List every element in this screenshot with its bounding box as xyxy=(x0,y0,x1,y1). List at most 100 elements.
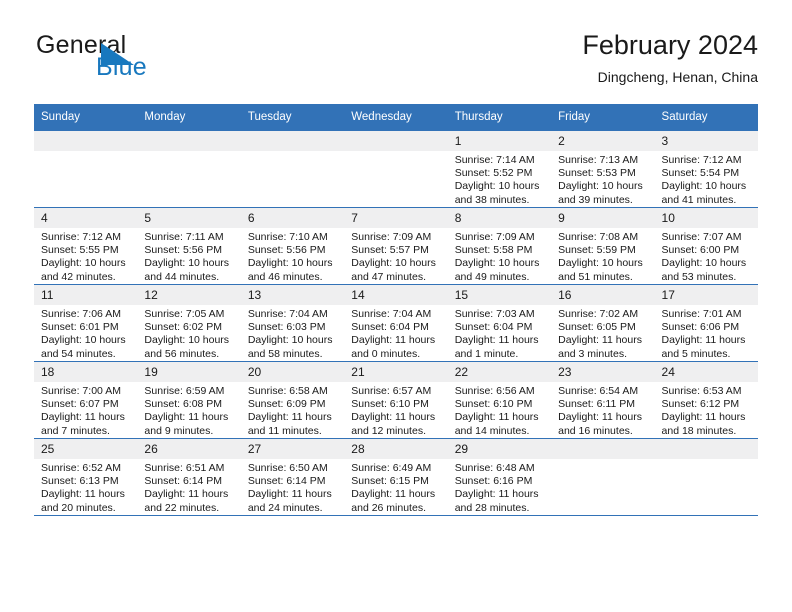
day-details: Sunrise: 6:51 AM Sunset: 6:14 PM Daylight:… xyxy=(137,459,240,515)
day-details: Sunrise: 7:11 AM Sunset: 5:56 PM Daylight:… xyxy=(137,228,240,284)
calendar-body: 1 Sunrise: 7:14 AM Sunset: 5:52 PM Daylight… xyxy=(34,130,758,516)
daylight-duration-line1: Daylight: 10 hours xyxy=(454,180,540,193)
calendar-week-row: 18 Sunrise: 7:00 AM Sunset: 6:07 PM Dayligh… xyxy=(34,361,758,439)
sunrise-time: Sunrise: 6:48 AM xyxy=(454,462,535,474)
daylight-duration-line2: and 46 minutes. xyxy=(247,270,323,283)
calendar-week-row: 11 Sunrise: 7:06 AM Sunset: 6:01 PM Dayligh… xyxy=(34,284,758,362)
day-number: 12 xyxy=(137,285,241,305)
calendar-day-cell[interactable]: 23 Sunrise: 6:54 AM Sunset: 6:11 PM Dayligh… xyxy=(551,361,655,439)
daylight-duration-line1: Daylight: 10 hours xyxy=(351,257,436,270)
daylight-duration-line1: Daylight: 11 hours xyxy=(247,488,332,501)
calendar-day-cell[interactable]: 3 Sunrise: 7:12 AM Sunset: 5:54 PM Daylight… xyxy=(654,130,758,208)
day-number: 25 xyxy=(34,439,138,459)
page-header: General Blue February 2024 Dingcheng, He… xyxy=(34,30,758,100)
calendar-day-cell[interactable]: 15 Sunrise: 7:03 AM Sunset: 6:04 PM Dayligh… xyxy=(447,284,552,362)
sunset-time: Sunset: 6:15 PM xyxy=(351,475,429,488)
calendar-day-cell[interactable]: 9 Sunrise: 7:08 AM Sunset: 5:59 PM Daylight… xyxy=(551,207,655,285)
calendar-day-cell[interactable]: 24 Sunrise: 6:53 AM Sunset: 6:12 PM Dayligh… xyxy=(654,361,758,439)
calendar-day-cell[interactable]: 13 Sunrise: 7:04 AM Sunset: 6:03 PM Dayligh… xyxy=(240,284,345,362)
calendar-day-cell[interactable]: 7 Sunrise: 7:09 AM Sunset: 5:57 PM Daylight… xyxy=(344,207,448,285)
calendar-day-cell[interactable]: 21 Sunrise: 6:57 AM Sunset: 6:10 PM Dayligh… xyxy=(344,361,448,439)
calendar-day-cell[interactable]: 18 Sunrise: 7:00 AM Sunset: 6:07 PM Dayligh… xyxy=(34,361,138,439)
daylight-duration-line2: and 7 minutes. xyxy=(41,424,110,437)
sunset-time: Sunset: 5:54 PM xyxy=(661,167,740,180)
sunrise-time: Sunrise: 6:57 AM xyxy=(351,385,432,397)
day-number: 16 xyxy=(551,285,655,305)
day-number xyxy=(654,439,758,459)
sunset-time: Sunset: 5:58 PM xyxy=(454,244,533,257)
calendar-day-cell[interactable]: 12 Sunrise: 7:05 AM Sunset: 6:02 PM Dayligh… xyxy=(137,284,241,362)
calendar-day-cell[interactable]: 16 Sunrise: 7:02 AM Sunset: 6:05 PM Dayligh… xyxy=(551,284,655,362)
calendar-table: Sunday Monday Tuesday Wednesday Thursday… xyxy=(34,104,758,516)
calendar-day-cell[interactable]: 26 Sunrise: 6:51 AM Sunset: 6:14 PM Dayligh… xyxy=(137,438,241,516)
weekday-header-friday: Friday xyxy=(551,104,655,131)
day-number: 17 xyxy=(654,285,758,305)
calendar-week-row: 1 Sunrise: 7:14 AM Sunset: 5:52 PM Daylight… xyxy=(34,130,758,208)
sunset-time: Sunset: 6:06 PM xyxy=(661,321,740,334)
calendar-day-cell[interactable]: 25 Sunrise: 6:52 AM Sunset: 6:13 PM Dayligh… xyxy=(34,438,138,516)
day-number: 1 xyxy=(447,131,552,151)
calendar-day-cell-empty xyxy=(240,130,345,208)
calendar-day-cell[interactable]: 19 Sunrise: 6:59 AM Sunset: 6:08 PM Dayligh… xyxy=(137,361,241,439)
daylight-duration-line1: Daylight: 11 hours xyxy=(661,334,746,347)
calendar-day-cell[interactable]: 6 Sunrise: 7:10 AM Sunset: 5:56 PM Daylight… xyxy=(240,207,345,285)
day-number: 18 xyxy=(34,362,138,382)
day-details: Sunrise: 7:04 AM Sunset: 6:03 PM Daylight:… xyxy=(241,305,344,361)
daylight-duration-line2: and 44 minutes. xyxy=(144,270,220,283)
day-number: 3 xyxy=(654,131,758,151)
day-number: 28 xyxy=(344,439,448,459)
calendar-week-row: 4 Sunrise: 7:12 AM Sunset: 5:55 PM Daylight… xyxy=(34,207,758,285)
calendar-day-cell[interactable]: 4 Sunrise: 7:12 AM Sunset: 5:55 PM Daylight… xyxy=(34,207,138,285)
sunset-time: Sunset: 6:14 PM xyxy=(247,475,326,488)
daylight-duration-line1: Daylight: 10 hours xyxy=(661,257,747,270)
day-number xyxy=(344,131,448,151)
day-details: Sunrise: 6:49 AM Sunset: 6:15 PM Daylight:… xyxy=(344,459,447,515)
calendar-day-cell[interactable]: 10 Sunrise: 7:07 AM Sunset: 6:00 PM Dayligh… xyxy=(654,207,758,285)
sunrise-time: Sunrise: 7:01 AM xyxy=(661,308,742,320)
day-number xyxy=(551,439,655,459)
calendar-day-cell[interactable]: 29 Sunrise: 6:48 AM Sunset: 6:16 PM Dayligh… xyxy=(447,438,552,516)
calendar-day-cell[interactable]: 5 Sunrise: 7:11 AM Sunset: 5:56 PM Daylight… xyxy=(137,207,241,285)
calendar-day-cell[interactable]: 28 Sunrise: 6:49 AM Sunset: 6:15 PM Dayligh… xyxy=(344,438,448,516)
calendar-day-cell[interactable]: 14 Sunrise: 7:04 AM Sunset: 6:04 PM Dayligh… xyxy=(344,284,448,362)
daylight-duration-line1: Daylight: 11 hours xyxy=(351,488,436,501)
brand-logo[interactable]: General Blue xyxy=(34,30,294,92)
day-details: Sunrise: 6:48 AM Sunset: 6:16 PM Daylight:… xyxy=(448,459,551,515)
daylight-duration-line1: Daylight: 11 hours xyxy=(41,488,125,501)
calendar-day-cell[interactable]: 22 Sunrise: 6:56 AM Sunset: 6:10 PM Dayligh… xyxy=(447,361,552,439)
calendar-day-cell[interactable]: 17 Sunrise: 7:01 AM Sunset: 6:06 PM Dayligh… xyxy=(654,284,758,362)
daylight-duration-line2: and 58 minutes. xyxy=(247,347,323,360)
daylight-duration-line2: and 24 minutes. xyxy=(247,501,323,514)
daylight-duration-line1: Daylight: 10 hours xyxy=(558,180,643,193)
calendar-day-cell-empty xyxy=(551,438,655,516)
sunrise-time: Sunrise: 7:03 AM xyxy=(454,308,535,320)
day-number: 7 xyxy=(344,208,448,228)
calendar-day-cell[interactable]: 1 Sunrise: 7:14 AM Sunset: 5:52 PM Daylight… xyxy=(447,130,552,208)
calendar-day-cell[interactable]: 27 Sunrise: 6:50 AM Sunset: 6:14 PM Dayligh… xyxy=(240,438,345,516)
sunset-time: Sunset: 6:14 PM xyxy=(144,475,223,488)
sunset-time: Sunset: 5:52 PM xyxy=(454,167,533,180)
sunset-time: Sunset: 6:02 PM xyxy=(144,321,223,334)
day-number xyxy=(137,131,241,151)
sunset-time: Sunset: 6:10 PM xyxy=(454,398,533,411)
daylight-duration-line1: Daylight: 11 hours xyxy=(351,334,436,347)
day-details: Sunrise: 7:08 AM Sunset: 5:59 PM Daylight:… xyxy=(551,228,654,284)
sunset-time: Sunset: 5:56 PM xyxy=(247,244,326,257)
day-details: Sunrise: 6:53 AM Sunset: 6:12 PM Daylight:… xyxy=(655,382,758,438)
daylight-duration-line1: Daylight: 11 hours xyxy=(351,411,436,424)
calendar-day-cell[interactable]: 8 Sunrise: 7:09 AM Sunset: 5:58 PM Daylight… xyxy=(447,207,552,285)
daylight-duration-line2: and 5 minutes. xyxy=(661,347,731,360)
calendar-page: General Blue February 2024 Dingcheng, He… xyxy=(0,0,792,612)
sunrise-time: Sunrise: 6:50 AM xyxy=(247,462,328,474)
weekday-header-saturday: Saturday xyxy=(654,104,758,131)
daylight-duration-line1: Daylight: 10 hours xyxy=(661,180,747,193)
daylight-duration-line2: and 49 minutes. xyxy=(454,270,530,283)
sunrise-time: Sunrise: 6:51 AM xyxy=(144,462,225,474)
calendar-day-cell-empty xyxy=(654,438,758,516)
calendar-day-cell[interactable]: 20 Sunrise: 6:58 AM Sunset: 6:09 PM Dayligh… xyxy=(240,361,345,439)
day-details: Sunrise: 6:58 AM Sunset: 6:09 PM Daylight:… xyxy=(241,382,344,438)
calendar-day-cell[interactable]: 2 Sunrise: 7:13 AM Sunset: 5:53 PM Daylight… xyxy=(551,130,655,208)
sunrise-time: Sunrise: 6:54 AM xyxy=(558,385,639,397)
sunrise-time: Sunrise: 7:04 AM xyxy=(351,308,432,320)
calendar-day-cell[interactable]: 11 Sunrise: 7:06 AM Sunset: 6:01 PM Dayligh… xyxy=(34,284,138,362)
